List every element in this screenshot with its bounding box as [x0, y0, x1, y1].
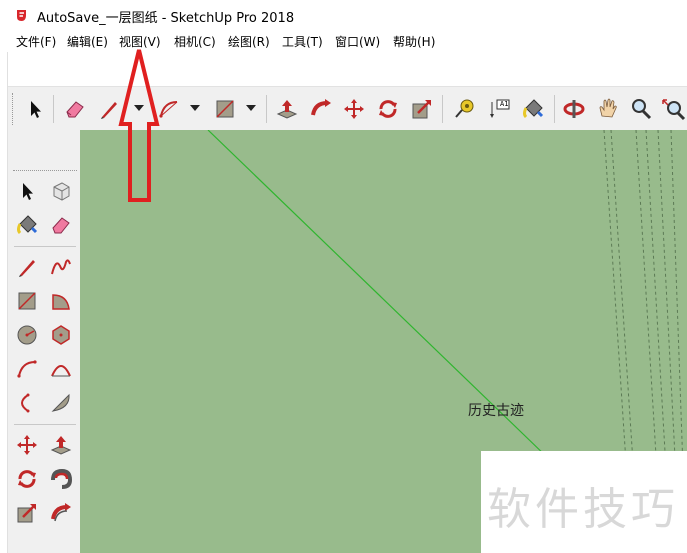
- push-pull-icon[interactable]: [48, 432, 74, 458]
- select-arrow-icon[interactable]: [22, 96, 48, 122]
- annotation-arrow-icon: [118, 49, 160, 202]
- menu-draw[interactable]: 绘图(R): [228, 33, 270, 50]
- rotate-icon[interactable]: [375, 96, 401, 122]
- move-icon[interactable]: [14, 432, 40, 458]
- orbit-icon[interactable]: [561, 96, 587, 122]
- paint-bucket-icon[interactable]: [520, 96, 546, 122]
- toolbar-separator: [14, 424, 76, 425]
- line-icon[interactable]: [14, 254, 40, 280]
- toolbar-separator: [14, 246, 76, 247]
- arc-icon[interactable]: [14, 356, 40, 382]
- menu-bar: 文件(F) 编辑(E) 视图(V) 相机(C) 绘图(R) 工具(T) 窗口(W…: [0, 30, 687, 52]
- eraser-icon[interactable]: [62, 96, 88, 122]
- toolbar-grip[interactable]: [12, 93, 14, 125]
- rectangle-icon[interactable]: [212, 96, 238, 122]
- rectangle-icon[interactable]: [14, 288, 40, 314]
- large-tool-set-toolbar: [8, 130, 80, 553]
- toolbar-separator: [53, 95, 54, 123]
- two-point-arc-icon[interactable]: [48, 356, 74, 382]
- watermark-text: 软件技巧: [487, 484, 679, 535]
- toolbar-separator: [554, 95, 555, 123]
- menu-file[interactable]: 文件(F): [16, 33, 56, 50]
- menu-edit[interactable]: 编辑(E): [67, 33, 108, 50]
- paint-bucket-icon[interactable]: [14, 212, 40, 238]
- title-bar: AutoSave_一层图纸 - SketchUp Pro 2018: [0, 0, 687, 30]
- toolbar-separator: [442, 95, 443, 123]
- push-pull-icon[interactable]: [274, 96, 300, 122]
- menu-tools[interactable]: 工具(T): [282, 33, 323, 50]
- move-icon[interactable]: [341, 96, 367, 122]
- pie-icon[interactable]: [48, 390, 74, 416]
- pan-hand-icon[interactable]: [595, 96, 621, 122]
- text-tool-glyph: A1: [500, 100, 509, 108]
- eraser-icon[interactable]: [48, 212, 74, 238]
- select-arrow-icon[interactable]: [14, 178, 40, 204]
- three-point-arc-icon[interactable]: [14, 390, 40, 416]
- watermark: 软件技巧: [481, 451, 687, 553]
- model-text-label[interactable]: 历史古迹: [468, 400, 524, 420]
- scale-icon[interactable]: [14, 500, 40, 526]
- menu-window[interactable]: 窗口(W): [335, 33, 380, 50]
- window-title: AutoSave_一层图纸 - SketchUp Pro 2018: [37, 11, 295, 26]
- main-toolbar: A1: [8, 86, 687, 130]
- tape-measure-icon[interactable]: [452, 96, 478, 122]
- arc-dropdown-chevron-icon[interactable]: [190, 105, 200, 111]
- make-component-icon[interactable]: [48, 178, 74, 204]
- freehand-icon[interactable]: [48, 254, 74, 280]
- follow-me-icon[interactable]: [308, 96, 334, 122]
- menu-camera[interactable]: 相机(C): [174, 33, 216, 50]
- rectangle-dropdown-chevron-icon[interactable]: [246, 105, 256, 111]
- zoom-icon[interactable]: [628, 96, 654, 122]
- zoom-extents-icon[interactable]: [660, 96, 686, 122]
- offset-icon[interactable]: [48, 500, 74, 526]
- menu-help[interactable]: 帮助(H): [393, 33, 435, 50]
- left-dock-strip: [0, 52, 8, 553]
- toolbar-grip[interactable]: [13, 170, 77, 172]
- polygon-icon[interactable]: [48, 322, 74, 348]
- offset-icon[interactable]: [409, 96, 435, 122]
- rotate-icon[interactable]: [14, 466, 40, 492]
- sketchup-logo-icon: [14, 8, 29, 23]
- circle-icon[interactable]: [14, 322, 40, 348]
- follow-me-icon[interactable]: [48, 466, 74, 492]
- rotated-rectangle-icon[interactable]: [48, 288, 74, 314]
- toolbar-separator: [266, 95, 267, 123]
